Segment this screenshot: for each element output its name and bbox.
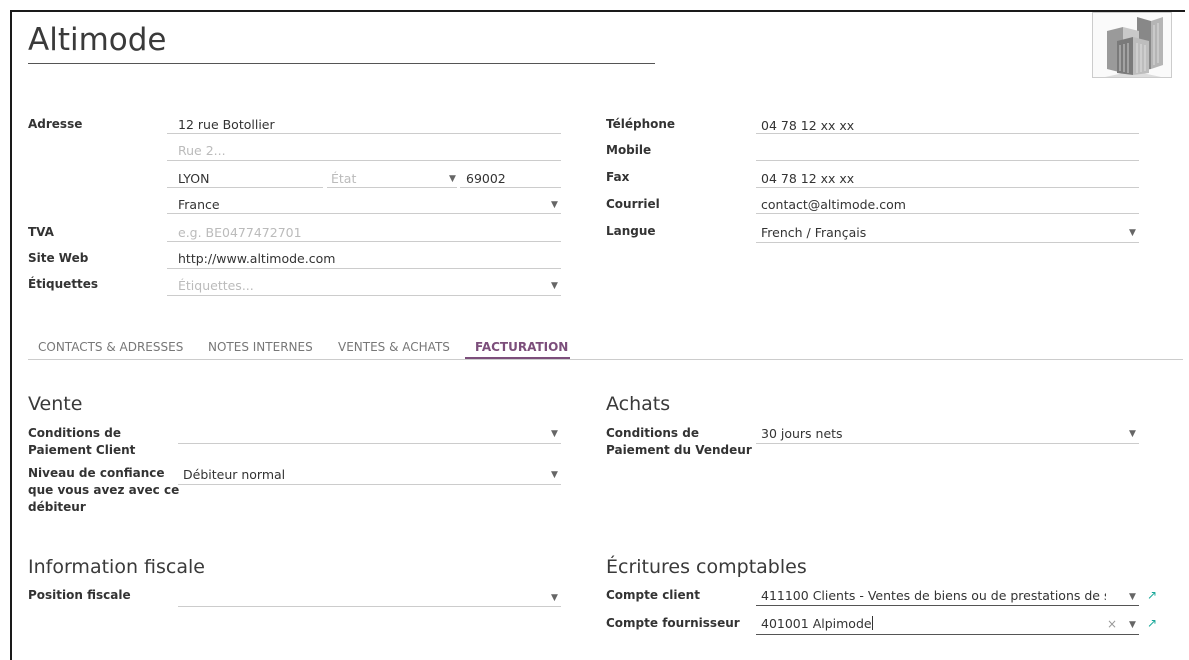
country-select[interactable]: France <box>178 197 220 213</box>
customer-payment-terms-underline <box>178 443 561 444</box>
payable-account-input[interactable]: 401001 Alpimode <box>761 616 873 632</box>
address-label: Adresse <box>28 117 83 131</box>
city-underline <box>167 187 323 188</box>
tags-dropdown-caret-icon[interactable]: ▼ <box>551 278 558 294</box>
phone-label: Téléphone <box>606 117 676 131</box>
zip-underline <box>460 187 561 188</box>
mobile-label: Mobile <box>606 143 652 157</box>
receivable-account-external-link-icon[interactable]: ↗ <box>1147 587 1157 603</box>
tabs-divider <box>28 359 1183 360</box>
vat-field[interactable]: e.g. BE0477472701 <box>178 225 302 241</box>
fiscal-section-title: Information fiscale <box>28 556 205 578</box>
fiscal-position-caret-icon[interactable]: ▼ <box>551 590 558 606</box>
tags-underline <box>167 295 561 296</box>
company-logo-image[interactable] <box>1092 12 1172 78</box>
receivable-account-select[interactable]: 411100 Clients - Ventes de biens ou de p… <box>761 588 1106 604</box>
website-label: Site Web <box>28 251 89 265</box>
trust-underline <box>178 484 561 485</box>
trust-select[interactable]: Débiteur normal <box>183 467 285 483</box>
payable-account-external-link-icon[interactable]: ↗ <box>1147 615 1157 631</box>
fax-label: Fax <box>606 170 630 184</box>
street-underline <box>167 133 561 134</box>
vendor-payment-terms-caret-icon[interactable]: ▼ <box>1129 426 1136 442</box>
state-select[interactable]: État <box>331 171 356 187</box>
street2-underline <box>167 160 561 161</box>
fiscal-position-underline <box>178 606 561 607</box>
website-underline <box>167 268 561 269</box>
website-field[interactable]: http://www.altimode.com <box>178 251 335 267</box>
phone-field[interactable]: 04 78 12 xx xx <box>761 118 854 134</box>
text-cursor <box>871 616 873 630</box>
trust-label-line3: débiteur <box>28 500 86 514</box>
building-icon <box>1105 17 1163 77</box>
language-select[interactable]: French / Français <box>761 225 866 241</box>
trust-dropdown-caret-icon[interactable]: ▼ <box>551 467 558 483</box>
vendor-payment-terms-underline <box>756 443 1139 444</box>
vendor-payment-terms-select[interactable]: 30 jours nets <box>761 426 843 442</box>
tab-contacts-addresses[interactable]: CONTACTS & ADRESSES <box>38 339 183 355</box>
phone-underline <box>756 133 1139 134</box>
state-dropdown-caret-icon[interactable]: ▼ <box>449 171 456 187</box>
street2-field[interactable]: Rue 2... <box>178 143 226 159</box>
country-dropdown-caret-icon[interactable]: ▼ <box>551 197 558 213</box>
receivable-account-underline <box>756 605 1139 606</box>
customer-payment-terms-caret-icon[interactable]: ▼ <box>551 426 558 442</box>
partner-name-field[interactable]: Altimode <box>28 20 167 60</box>
zip-field[interactable]: 69002 <box>466 171 506 187</box>
vat-underline <box>167 241 561 242</box>
mobile-underline <box>756 160 1139 161</box>
receivable-account-label: Compte client <box>606 588 700 602</box>
clear-icon[interactable]: × <box>1107 616 1117 632</box>
vendor-payment-terms-label-line2: Paiement du Vendeur <box>606 443 752 457</box>
fax-field[interactable]: 04 78 12 xx xx <box>761 171 854 187</box>
street-field[interactable]: 12 rue Botollier <box>178 117 275 133</box>
partner-name-underline <box>28 63 655 64</box>
email-field[interactable]: contact@altimode.com <box>761 197 906 213</box>
vat-label: TVA <box>28 225 54 239</box>
customer-payment-terms-label-line1: Conditions de <box>28 426 121 440</box>
payable-account-value: 401001 Alpimode <box>761 616 872 631</box>
purchase-section-title: Achats <box>606 393 671 415</box>
email-label: Courriel <box>606 197 660 211</box>
vendor-payment-terms-label-line1: Conditions de <box>606 426 699 440</box>
tab-internal-notes[interactable]: NOTES INTERNES <box>208 339 313 355</box>
customer-payment-terms-label-line2: Paiement Client <box>28 443 136 457</box>
trust-label-line1: Niveau de confiance <box>28 466 165 480</box>
payable-account-underline <box>756 634 1139 635</box>
language-underline <box>756 242 1139 243</box>
email-underline <box>756 213 1139 214</box>
payable-account-label: Compte fournisseur <box>606 616 740 630</box>
fax-underline <box>756 187 1139 188</box>
tab-sales-purchases[interactable]: VENTES & ACHATS <box>338 339 450 355</box>
accounting-section-title: Écritures comptables <box>606 556 807 578</box>
language-dropdown-caret-icon[interactable]: ▼ <box>1129 225 1136 241</box>
country-underline <box>167 213 561 214</box>
state-underline <box>327 187 457 188</box>
tab-invoicing[interactable]: FACTURATION <box>475 339 568 355</box>
receivable-account-caret-icon[interactable]: ▼ <box>1129 589 1136 605</box>
sale-section-title: Vente <box>28 393 83 415</box>
language-label: Langue <box>606 224 656 238</box>
fiscal-position-label: Position fiscale <box>28 588 131 602</box>
city-field[interactable]: LYON <box>178 171 209 187</box>
tags-label: Étiquettes <box>28 277 99 291</box>
tags-field[interactable]: Étiquettes... <box>178 278 254 294</box>
payable-account-caret-icon[interactable]: ▼ <box>1129 617 1136 633</box>
trust-label-line2: que vous avez avec ce <box>28 483 180 497</box>
